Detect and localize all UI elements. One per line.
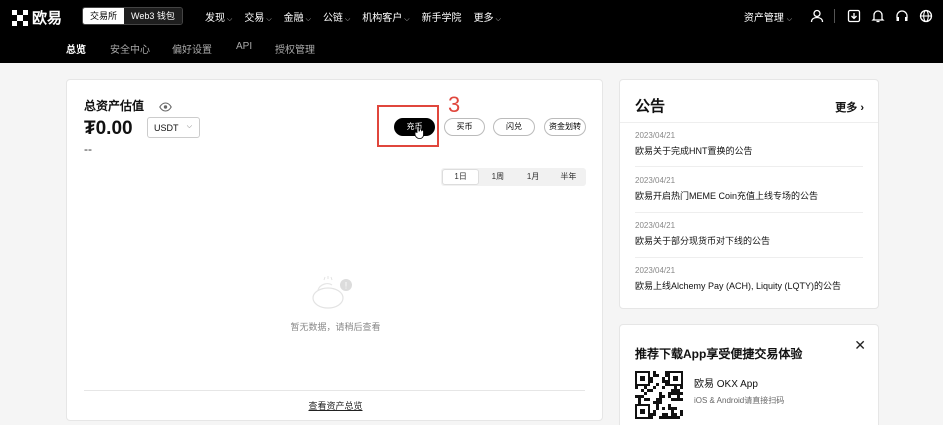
nav-item[interactable]: 机构客户 ⌵ <box>362 9 409 24</box>
card-divider <box>84 390 585 391</box>
okx-logo-mark-icon <box>12 9 28 26</box>
web3-wallet-tab[interactable]: Web3 钱包 <box>124 8 182 24</box>
step-number: 3 <box>448 92 461 117</box>
nav-item-label: 交易 <box>244 13 265 24</box>
news-title: 欧易上线Alchemy Pay (ACH), Liquity (LQTY)的公告 <box>635 281 842 291</box>
news-date: 2023/04/21 <box>635 266 676 275</box>
chevron-down-icon: ⌵ <box>786 15 792 23</box>
asset-change: -- <box>84 142 92 156</box>
globe-icon[interactable] <box>917 7 935 25</box>
close-icon[interactable]: ✕ <box>854 337 866 354</box>
news-date: 2023/04/21 <box>635 131 676 140</box>
view-asset-overview-link-wrap: 查看资产总览 <box>67 399 604 412</box>
currency-value: USDT <box>154 123 179 133</box>
range-1d[interactable]: 1日 <box>442 169 480 185</box>
okx-logo[interactable]: 欧易 <box>12 7 62 28</box>
subnav-authorization[interactable]: 授权管理 <box>275 41 315 56</box>
app-download-title: 推荐下载App享受便捷交易体验 <box>635 347 803 361</box>
hand-cursor-icon <box>414 126 425 142</box>
main-nav: 发现 ⌵ 交易 ⌵ 金融 ⌵ 公链 ⌵ 机构客户 ⌵ 新手学院 更多 ⌵ <box>205 9 513 24</box>
nav-item[interactable]: 新手学院 <box>422 9 462 24</box>
time-range-tabs: 1日 1周 1月 半年 <box>441 168 586 186</box>
news-date: 2023/04/21 <box>635 176 676 185</box>
news-title: 欧易关于部分现货币对下线的公告 <box>635 236 771 246</box>
announcements-divider <box>620 122 878 123</box>
view-asset-overview-link[interactable]: 查看资产总览 <box>308 401 362 411</box>
nav-item[interactable]: 更多 ⌵ <box>474 9 501 24</box>
total-asset-title: 总资产估值 <box>84 99 145 113</box>
asset-overview-card: 总资产估值 ₮0.00 USDT ⌵ -- 充币 买币 闪兑 资金划转 3 1日… <box>66 79 603 421</box>
announcements-title: 公告 <box>635 98 666 115</box>
header-separator <box>834 9 835 23</box>
nav-item-label: 金融 <box>283 13 304 24</box>
logo-text: 欧易 <box>32 10 63 27</box>
subnav-api[interactable]: API <box>236 41 252 52</box>
chevron-down-icon: ⌵ <box>227 16 233 23</box>
nav-item-label: 发现 <box>205 13 225 24</box>
chevron-right-icon: › <box>860 102 864 114</box>
app-download-card: 推荐下载App享受便捷交易体验 ✕ 欧易 OKX App iOS & Andro… <box>619 324 879 425</box>
news-divider <box>635 257 863 258</box>
range-1w[interactable]: 1周 <box>480 168 515 186</box>
asset-manage-menu[interactable]: 资产管理 ⌵ <box>744 9 792 24</box>
more-label: 更多 <box>835 102 858 114</box>
download-icon[interactable] <box>845 7 863 25</box>
news-title: 欧易开启热门MEME Coin充值上线专场的公告 <box>635 191 819 201</box>
news-divider <box>635 212 863 213</box>
chevron-down-icon: ⌵ <box>305 16 311 23</box>
transfer-button[interactable]: 资金划转 <box>544 118 586 136</box>
svg-text:!: ! <box>345 281 348 291</box>
chevron-down-icon: ⌵ <box>266 16 272 23</box>
top-navbar: 欧易 交易所 Web3 钱包 发现 ⌵ 交易 ⌵ 金融 ⌵ 公链 ⌵ 机构客户 ⌵ 新手学院 更多 ⌵ … <box>0 0 943 32</box>
user-icon[interactable] <box>808 7 826 25</box>
chevron-down-icon: ⌵ <box>186 123 192 130</box>
announcements-card: 公告 更多 › 2023/04/21 欧易关于完成HNT置换的公告 2023/0… <box>619 79 879 309</box>
news-divider <box>635 166 863 167</box>
news-item[interactable]: 2023/04/21 欧易开启热门MEME Coin充值上线专场的公告 <box>635 176 863 202</box>
nav-item-label: 机构客户 <box>362 13 403 24</box>
empty-state-illustration-icon: ! <box>308 274 356 315</box>
qr-code-icon <box>635 371 683 419</box>
subnav-security-center[interactable]: 安全中心 <box>110 41 150 56</box>
app-name: 欧易 OKX App <box>694 379 758 390</box>
nav-item[interactable]: 发现 ⌵ <box>205 9 232 24</box>
nav-item[interactable]: 交易 ⌵ <box>244 9 271 24</box>
nav-item[interactable]: 金融 ⌵ <box>284 9 311 24</box>
buy-crypto-button[interactable]: 买币 <box>444 118 485 136</box>
nav-item-label: 新手学院 <box>421 13 462 24</box>
convert-button[interactable]: 闪兑 <box>493 118 535 136</box>
headset-icon[interactable] <box>893 7 911 25</box>
subnav-overview[interactable]: 总览 <box>66 41 86 56</box>
asset-manage-label: 资产管理 <box>743 12 784 24</box>
news-item[interactable]: 2023/04/21 欧易关于完成HNT置换的公告 <box>635 131 863 157</box>
news-item[interactable]: 2023/04/21 欧易关于部分现货币对下线的公告 <box>635 221 863 247</box>
news-date: 2023/04/21 <box>635 221 676 230</box>
range-1m[interactable]: 1月 <box>516 168 551 186</box>
subnav-preferences[interactable]: 偏好设置 <box>172 41 212 56</box>
app-platform-hint: iOS & Android请直接扫码 <box>694 396 785 405</box>
account-subnav: 总览 安全中心 偏好设置 API 授权管理 <box>0 32 943 63</box>
total-asset-amount: ₮0.00 <box>84 118 133 139</box>
empty-state-text: 暂无数据，请稍后查看 <box>290 322 381 332</box>
platform-switch: 交易所 Web3 钱包 <box>82 7 183 25</box>
range-6m[interactable]: 半年 <box>551 168 586 186</box>
news-title: 欧易关于完成HNT置换的公告 <box>635 146 753 156</box>
announcements-more-link[interactable]: 更多 › <box>835 99 864 115</box>
eye-icon[interactable] <box>159 99 172 117</box>
nav-item-label: 公链 <box>322 13 343 24</box>
currency-select[interactable]: USDT ⌵ <box>147 117 200 138</box>
bell-icon[interactable] <box>869 7 887 25</box>
step-highlight-box <box>377 105 439 147</box>
chevron-down-icon: ⌵ <box>404 16 410 23</box>
chevron-down-icon: ⌵ <box>495 16 501 23</box>
chevron-down-icon: ⌵ <box>344 16 351 23</box>
news-item[interactable]: 2023/04/21 欧易上线Alchemy Pay (ACH), Liquit… <box>635 266 863 292</box>
header-tools: 资产管理 ⌵ <box>744 7 935 25</box>
exchange-tab[interactable]: 交易所 <box>83 8 125 24</box>
nav-item-label: 更多 <box>473 13 494 24</box>
nav-item[interactable]: 公链 ⌵ <box>323 9 350 24</box>
